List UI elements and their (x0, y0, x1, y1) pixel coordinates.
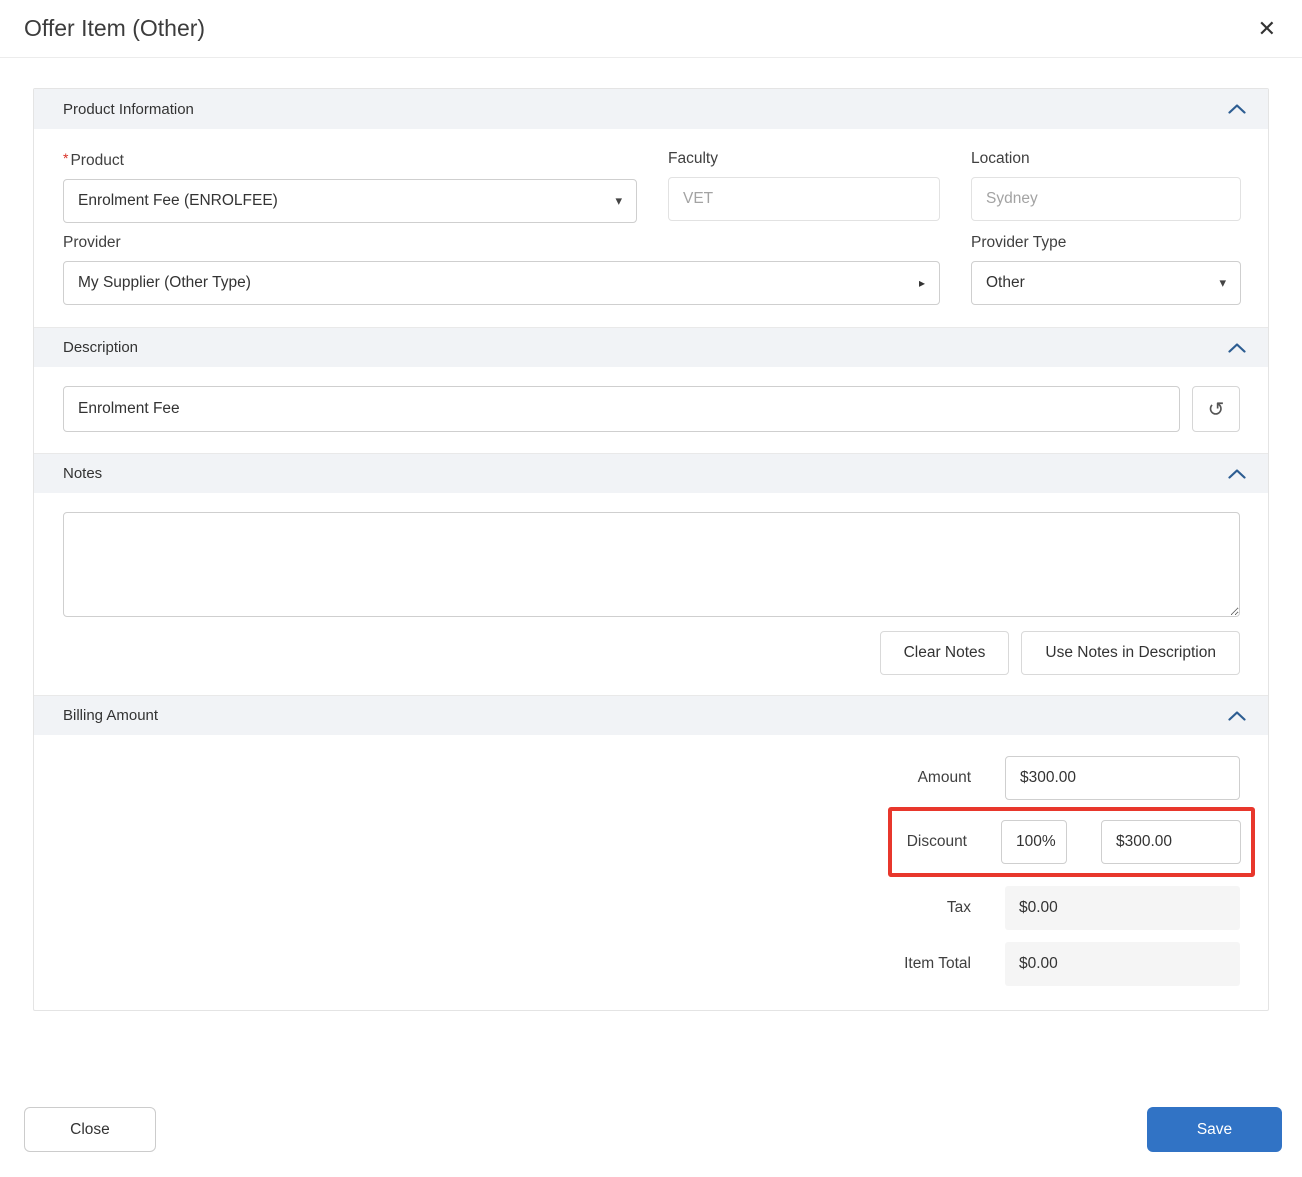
provider-type-field-group: Provider Type Other ▾ (971, 223, 1241, 305)
section-billing-amount: Billing Amount Amount $300.00 Discount 1… (34, 695, 1268, 1010)
provider-lookup[interactable]: My Supplier (Other Type) ▸ (63, 261, 940, 305)
description-body: Enrolment Fee ↺ (34, 367, 1268, 453)
description-value: Enrolment Fee (78, 400, 180, 418)
section-notes: Notes Clear Notes Use Notes in Descripti… (34, 453, 1268, 695)
location-label: Location (971, 150, 1241, 168)
discount-highlight-box: Discount 100% $300.00 (888, 807, 1255, 877)
section-header-notes[interactable]: Notes (34, 453, 1268, 493)
description-input[interactable]: Enrolment Fee (63, 386, 1180, 432)
section-product-information: Product Information *Product Enrolment F… (34, 89, 1268, 327)
restore-description-button[interactable]: ↺ (1192, 386, 1240, 432)
faculty-field-group: Faculty VET (668, 139, 940, 223)
discount-amount-value: $300.00 (1116, 833, 1172, 851)
chevron-down-icon: ▾ (615, 193, 622, 209)
tax-value: $0.00 (1019, 899, 1058, 917)
provider-value: My Supplier (Other Type) (78, 274, 251, 292)
chevron-right-icon: ▸ (919, 276, 925, 290)
clear-notes-button[interactable]: Clear Notes (880, 631, 1010, 675)
section-title: Billing Amount (63, 707, 158, 724)
tax-field: $0.00 (1005, 886, 1240, 930)
discount-amount-input[interactable]: $300.00 (1101, 820, 1241, 864)
amount-value: $300.00 (1020, 769, 1076, 787)
provider-type-value: Other (986, 274, 1025, 292)
notes-buttons: Clear Notes Use Notes in Description (63, 631, 1240, 675)
chevron-up-icon[interactable] (1228, 469, 1246, 479)
discount-percent-input[interactable]: 100% (1001, 820, 1067, 864)
location-field-group: Location Sydney (971, 139, 1241, 223)
faculty-field: VET (668, 177, 940, 221)
notes-body: Clear Notes Use Notes in Description (34, 493, 1268, 695)
discount-label: Discount (907, 833, 967, 851)
chevron-up-icon[interactable] (1228, 711, 1246, 721)
provider-label: Provider (63, 234, 940, 252)
section-title: Notes (63, 465, 102, 482)
chevron-up-icon[interactable] (1228, 104, 1246, 114)
amount-label: Amount (918, 769, 971, 787)
chevron-down-icon: ▾ (1219, 275, 1226, 291)
section-title: Product Information (63, 101, 194, 118)
close-icon[interactable]: ✕ (1258, 18, 1276, 40)
use-notes-in-description-button[interactable]: Use Notes in Description (1021, 631, 1240, 675)
item-total-row: Item Total $0.00 (904, 942, 1240, 986)
amount-row: Amount $300.00 (918, 756, 1240, 800)
section-title: Description (63, 339, 138, 356)
chevron-up-icon[interactable] (1228, 343, 1246, 353)
discount-percent-value: 100% (1016, 833, 1056, 851)
product-select[interactable]: Enrolment Fee (ENROLFEE) ▾ (63, 179, 637, 223)
tax-row: Tax $0.00 (947, 886, 1240, 930)
product-information-body: *Product Enrolment Fee (ENROLFEE) ▾ Facu… (34, 129, 1268, 327)
section-header-product-information[interactable]: Product Information (34, 89, 1268, 129)
provider-type-select[interactable]: Other ▾ (971, 261, 1241, 305)
item-total-label: Item Total (904, 955, 971, 973)
billing-body: Amount $300.00 Discount 100% $300.00 Tax (34, 735, 1268, 1010)
item-total-value: $0.00 (1019, 955, 1058, 973)
product-label: *Product (63, 150, 637, 170)
section-description: Description Enrolment Fee ↺ (34, 327, 1268, 453)
discount-row: Discount 100% $300.00 (907, 820, 1241, 864)
section-header-billing-amount[interactable]: Billing Amount (34, 695, 1268, 735)
provider-type-label: Provider Type (971, 234, 1241, 252)
required-asterisk: * (63, 150, 68, 166)
close-button[interactable]: Close (24, 1107, 156, 1152)
page-title: Offer Item (Other) (24, 15, 205, 42)
faculty-label: Faculty (668, 150, 940, 168)
location-value: Sydney (986, 190, 1038, 208)
offer-item-panel: Product Information *Product Enrolment F… (33, 88, 1269, 1011)
save-button[interactable]: Save (1147, 1107, 1282, 1152)
provider-field-group: Provider My Supplier (Other Type) ▸ (63, 223, 940, 305)
notes-textarea[interactable] (63, 512, 1240, 617)
faculty-value: VET (683, 190, 713, 208)
item-total-field: $0.00 (1005, 942, 1240, 986)
tax-label: Tax (947, 899, 971, 917)
modal-header: Offer Item (Other) ✕ (0, 0, 1302, 58)
location-field: Sydney (971, 177, 1241, 221)
product-field-group: *Product Enrolment Fee (ENROLFEE) ▾ (63, 139, 637, 223)
restore-icon: ↺ (1208, 397, 1225, 422)
amount-input[interactable]: $300.00 (1005, 756, 1240, 800)
modal-footer: Close Save (0, 1107, 1302, 1152)
product-select-value: Enrolment Fee (ENROLFEE) (78, 192, 278, 210)
section-header-description[interactable]: Description (34, 327, 1268, 367)
